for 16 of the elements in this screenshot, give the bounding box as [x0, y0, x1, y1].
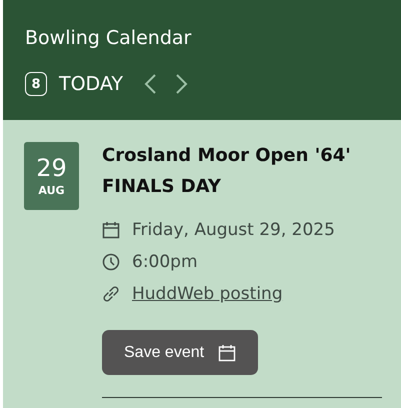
calendar-icon — [102, 221, 120, 239]
event-date: Friday, August 29, 2025 — [132, 220, 335, 240]
date-day: 29 — [36, 155, 67, 181]
calendar-title: Bowling Calendar — [25, 26, 192, 51]
event-link[interactable]: HuddWeb posting — [132, 284, 283, 304]
date-month: AUG — [38, 184, 65, 197]
next-icon[interactable] — [175, 73, 189, 95]
event-title: Crosland Moor Open '64' FINALS DAY — [102, 144, 352, 199]
link-icon — [102, 285, 120, 303]
clock-icon — [102, 253, 120, 271]
calendar-icon — [218, 344, 236, 362]
today-count-badge: 8 — [25, 72, 47, 96]
event-time: 6:00pm — [132, 252, 198, 272]
save-event-button[interactable]: Save event — [102, 330, 258, 375]
previous-icon[interactable] — [143, 73, 157, 95]
today-button[interactable]: TODAY — [47, 73, 123, 95]
